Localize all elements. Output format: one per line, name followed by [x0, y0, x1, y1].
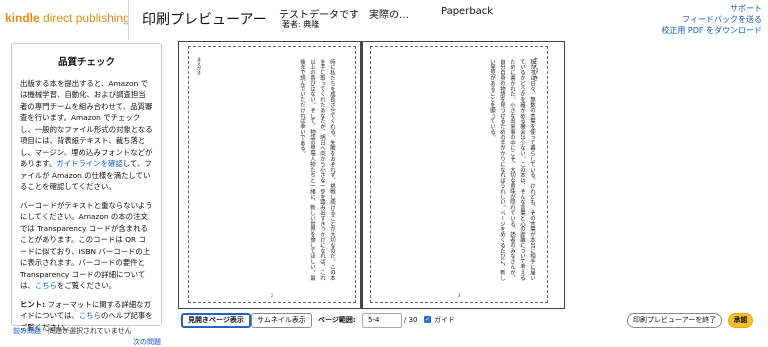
- book-format: Paperback: [441, 6, 494, 17]
- exit-previewer-button[interactable]: 印刷プレビューアーを終了: [627, 313, 723, 328]
- quality-check-title: 品質チェック: [57, 57, 115, 68]
- support-link[interactable]: サポート: [661, 3, 762, 14]
- issue-status: 問題が選択されていません: [48, 327, 132, 335]
- kdp-logo[interactable]: kindle direct publishing: [5, 11, 130, 25]
- right-page-number: 3: [457, 293, 461, 298]
- download-proof-pdf-link[interactable]: 校正用 PDF をダウンロード: [661, 25, 762, 36]
- left-page-number: 2: [270, 293, 274, 298]
- spread-view-button[interactable]: 見開きページ表示: [181, 313, 251, 328]
- left-page[interactable]: まえがき 時に私たちを成長させてくれる。失敗をおそれず、挑戦し続けることが大切な…: [188, 46, 356, 303]
- top-bar: kindle direct publishing 印刷プレビューアー テストデー…: [0, 0, 768, 40]
- right-page[interactable]: まえがき 私たちは日々、無数の言葉を使って暮らしている。けれども、その言葉が本当…: [370, 46, 548, 303]
- barcode-details-link[interactable]: こちら: [35, 281, 57, 290]
- page-range-input[interactable]: 5-4: [362, 313, 402, 328]
- guide-label: ガイド: [434, 316, 455, 324]
- book-spine: [360, 42, 363, 308]
- app-title: 印刷プレビューアー: [142, 12, 267, 28]
- previous-issue-link[interactable]: 前の問題: [13, 326, 41, 336]
- header-links: サポート フィードバックを送る 校正用 PDF をダウンロード: [661, 3, 762, 36]
- page-range-label: ページ範囲:: [318, 316, 356, 324]
- quality-check-panel: 品質チェック 出版する本を提出すると、Amazon では機械学習、自動化、および…: [11, 43, 162, 332]
- right-page-text: 私たちは日々、無数の言葉を使って暮らしている。けれども、その言葉が本当に相手に届…: [489, 59, 535, 281]
- thumbnail-view-button[interactable]: サムネイル表示: [251, 313, 312, 328]
- guide-checkbox[interactable]: ✓: [424, 316, 431, 323]
- left-page-text: 時に私たちを成長させてくれる。失敗をおそれず、挑戦し続けることが大切なのだ。この…: [299, 59, 335, 281]
- book-author: 著者: 典隆: [282, 20, 320, 29]
- guidelines-link[interactable]: ガイドラインを確認: [56, 159, 123, 168]
- quality-check-paragraph: 出版する本を提出すると、Amazon では機械学習、自動化、および調査担当者の専…: [20, 78, 153, 192]
- send-feedback-link[interactable]: フィードバックを送る: [661, 14, 762, 25]
- header-divider: [128, 0, 129, 40]
- page-total: / 30: [404, 316, 418, 324]
- page-preview-viewer[interactable]: まえがき 時に私たちを成長させてくれる。失敗をおそれず、挑戦し続けることが大切な…: [178, 41, 565, 309]
- help-article-link[interactable]: こちら: [79, 311, 101, 320]
- approve-button[interactable]: 承認: [728, 313, 753, 328]
- barcode-paragraph: バーコードがテキストと重ならないようにしてください。Amazon の本の注文では…: [20, 200, 153, 291]
